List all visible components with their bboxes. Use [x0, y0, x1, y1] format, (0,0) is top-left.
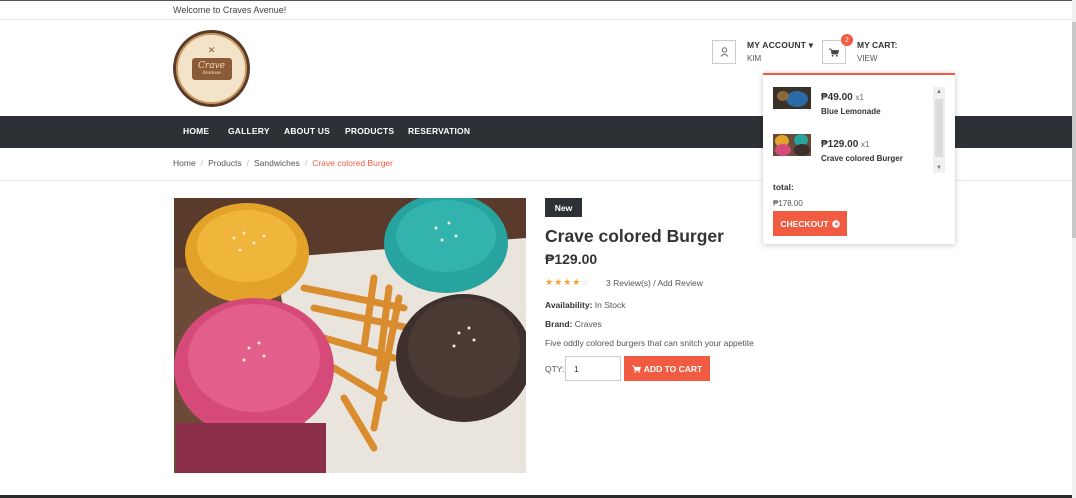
- cart-item-price: ₱49.00 x1: [821, 92, 864, 103]
- product-description: Five oddly colored burgers that can snit…: [545, 338, 754, 348]
- breadcrumb: Home / Products / Sandwiches / Crave colored B…: [173, 158, 393, 168]
- nav-reservation[interactable]: RESERVATION: [408, 126, 470, 136]
- my-account-menu[interactable]: MY ACCOUNT ▾: [747, 40, 813, 51]
- brand: Brand: Craves: [545, 319, 602, 329]
- quantity-input[interactable]: [565, 356, 621, 381]
- cart-item-thumbnail: [773, 134, 811, 156]
- star-empty-icon: ☆: [581, 277, 591, 287]
- rating-stars: ★★★★☆: [545, 277, 590, 288]
- cart-scrollbar-thumb[interactable]: [935, 99, 943, 157]
- cart-item-price: ₱129.00 x1: [821, 139, 870, 150]
- breadcrumb-sandwiches[interactable]: Sandwiches: [254, 158, 300, 168]
- breadcrumb-home[interactable]: Home: [173, 158, 196, 168]
- reviews-link[interactable]: 3 Review(s) / Add Review: [606, 278, 703, 288]
- availability-value: In Stock: [594, 300, 626, 310]
- logo-subtext: Avenue: [202, 69, 221, 76]
- cart-item[interactable]: ₱49.00 x1 Blue Lemonade: [773, 87, 933, 123]
- cart-dropdown: ₱49.00 x1 Blue Lemonade ₱129.00 x1 Crave…: [763, 73, 955, 244]
- brand-value: Craves: [574, 319, 602, 329]
- qty-label: QTY:: [545, 364, 565, 374]
- utensils-icon: ✕: [207, 45, 216, 55]
- account-username: KIM: [747, 54, 762, 63]
- arrow-right-circle-icon: [831, 219, 840, 228]
- cart-dropdown-scrollbar[interactable]: ▲ ▼: [933, 87, 945, 173]
- cart-icon: [631, 365, 641, 373]
- product-price: ₱129.00: [545, 251, 598, 267]
- nav-home[interactable]: HOME: [183, 126, 209, 136]
- nav-products[interactable]: PRODUCTS: [345, 126, 394, 136]
- new-badge: New: [545, 198, 582, 217]
- cart-item[interactable]: ₱129.00 x1 Crave colored Burger: [773, 134, 933, 170]
- chevron-down-icon: ▾: [808, 40, 814, 50]
- site-logo[interactable]: ✕ Crave Avenue: [173, 30, 250, 107]
- product-image[interactable]: [174, 198, 526, 473]
- my-cart-label[interactable]: MY CART:: [857, 40, 897, 50]
- checkout-button[interactable]: CHECKOUT: [773, 211, 847, 236]
- cart-view-link[interactable]: VIEW: [857, 54, 877, 63]
- add-to-cart-button[interactable]: ADD TO CART: [624, 356, 710, 381]
- cart-count-badge: 2: [841, 34, 853, 46]
- product-title: Crave colored Burger: [545, 226, 724, 246]
- cart-item-name[interactable]: Blue Lemonade: [821, 107, 881, 116]
- scroll-down-icon[interactable]: ▼: [933, 163, 945, 173]
- user-icon: [720, 47, 728, 57]
- breadcrumb-products[interactable]: Products: [208, 158, 242, 168]
- cart-items-list: ₱49.00 x1 Blue Lemonade ₱129.00 x1 Crave…: [763, 75, 945, 175]
- page-scrollbar[interactable]: [1072, 0, 1076, 498]
- cart-item-name[interactable]: Crave colored Burger: [821, 154, 903, 163]
- page-scrollbar-thumb[interactable]: [1072, 22, 1076, 238]
- star-filled-icon: ★: [545, 277, 555, 287]
- cart-total-value: ₱178.00: [773, 199, 803, 208]
- top-strip: Welcome to Craves Avenue!: [0, 0, 1072, 20]
- breadcrumb-current: Crave colored Burger: [312, 158, 393, 168]
- cart-total-label: total:: [773, 182, 794, 192]
- account-button[interactable]: [712, 40, 736, 64]
- nav-about-us[interactable]: ABOUT US: [284, 126, 330, 136]
- star-filled-icon: ★: [572, 277, 582, 287]
- cart-icon: [829, 48, 839, 57]
- cart-item-thumbnail: [773, 87, 811, 109]
- availability: Availability: In Stock: [545, 300, 626, 310]
- nav-gallery[interactable]: GALLERY: [228, 126, 270, 136]
- star-filled-icon: ★: [563, 277, 573, 287]
- welcome-text: Welcome to Craves Avenue!: [173, 5, 287, 15]
- scroll-up-icon[interactable]: ▲: [933, 87, 945, 97]
- star-filled-icon: ★: [554, 277, 564, 287]
